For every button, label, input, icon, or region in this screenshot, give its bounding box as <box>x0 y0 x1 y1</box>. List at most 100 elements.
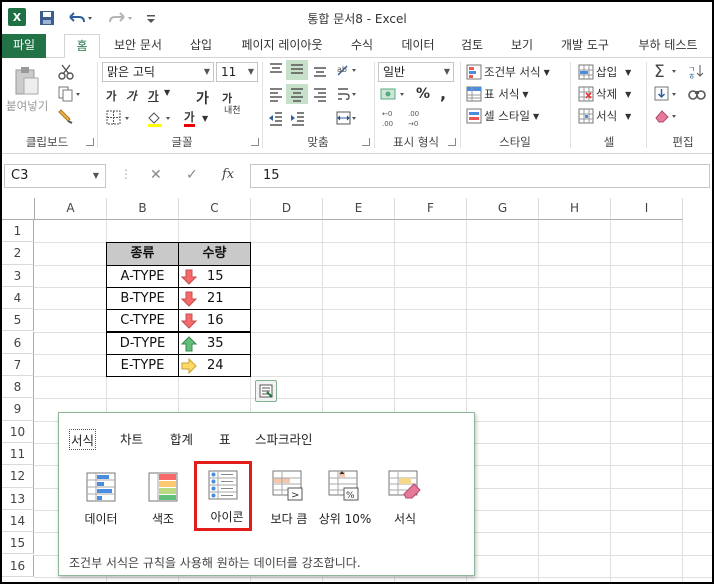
table-cell-type[interactable]: B-TYPE <box>106 286 179 311</box>
row-header-9[interactable]: 9 <box>2 398 34 421</box>
column-header-C[interactable]: C <box>179 198 251 220</box>
chevron-down-icon[interactable]: ▼ <box>164 88 170 97</box>
tab-data[interactable]: 데이터 <box>392 34 444 58</box>
percent-button[interactable]: % <box>416 86 430 102</box>
row-header-5[interactable]: 5 <box>2 309 34 332</box>
accounting-format-icon[interactable] <box>380 86 408 102</box>
clipboard-launcher-icon[interactable] <box>86 138 94 146</box>
increase-decimal-icon[interactable]: ←0.00 <box>380 108 404 128</box>
column-header-G[interactable]: G <box>467 198 539 220</box>
row-header-2[interactable]: 2 <box>2 242 34 265</box>
cut-icon[interactable] <box>58 64 74 80</box>
row-header-15[interactable]: 15 <box>2 532 34 555</box>
table-cell-type[interactable]: C-TYPE <box>106 309 179 333</box>
font-name-select[interactable]: 맑은 고딕 ▼ <box>102 62 214 82</box>
clear-icon[interactable] <box>654 108 680 124</box>
qa-icon-set-option[interactable]: 아이콘 <box>194 461 252 531</box>
align-left-icon[interactable] <box>268 86 284 102</box>
decrease-indent-icon[interactable] <box>268 110 284 126</box>
fill-color-icon[interactable] <box>146 110 174 128</box>
comma-button[interactable]: , <box>440 84 446 103</box>
orientation-icon[interactable]: ab <box>336 62 358 78</box>
tab-home[interactable]: 홈 <box>64 34 100 59</box>
cell-styles-button[interactable]: 셀 스타일 ▼ <box>466 108 539 124</box>
alignment-launcher-icon[interactable] <box>362 138 370 146</box>
column-header-D[interactable]: D <box>251 198 323 220</box>
row-header-14[interactable]: 14 <box>2 509 34 533</box>
column-header-H[interactable]: H <box>539 198 611 220</box>
qa-tab-charts[interactable]: 차트 <box>120 429 143 448</box>
qa-tab-sparklines[interactable]: 스파크라인 <box>255 429 313 448</box>
table-cell-type[interactable]: E-TYPE <box>106 353 179 378</box>
name-box[interactable]: C3 ▼ <box>4 164 106 188</box>
tab-security-doc[interactable]: 보안 문서 <box>106 34 170 58</box>
quick-analysis-button[interactable] <box>255 380 277 402</box>
enter-icon[interactable]: ✓ <box>186 167 198 183</box>
tab-review[interactable]: 검토 <box>452 34 492 58</box>
column-header-I[interactable]: I <box>611 198 683 220</box>
copy-icon[interactable] <box>58 86 82 102</box>
font-launcher-icon[interactable] <box>251 138 259 146</box>
formula-input[interactable]: 15 <box>250 164 710 188</box>
qa-tab-totals[interactable]: 합계 <box>170 429 193 448</box>
decrease-decimal-icon[interactable]: .00 →0 <box>406 108 430 128</box>
chevron-down-icon[interactable]: ▼ <box>202 114 208 123</box>
row-header-7[interactable]: 7 <box>2 353 34 377</box>
table-cell-qty[interactable]: 15 <box>178 264 251 288</box>
table-cell-qty[interactable]: 24 <box>178 353 251 378</box>
font-size-select[interactable]: 11 ▼ <box>216 62 258 82</box>
row-header-12[interactable]: 12 <box>2 465 34 488</box>
format-cells-button[interactable]: 서식 ▼ <box>578 108 631 124</box>
shrink-font-button[interactable]: 가 <box>222 90 232 106</box>
font-color-button[interactable]: 가 <box>184 110 195 127</box>
bold-button[interactable]: 가 <box>106 88 117 104</box>
grow-font-button[interactable]: 가 <box>196 88 209 108</box>
tab-view[interactable]: 보기 <box>502 34 542 58</box>
number-launcher-icon[interactable] <box>448 138 456 146</box>
row-header-10[interactable]: 10 <box>2 420 34 443</box>
insert-function-button[interactable]: fx <box>222 167 234 182</box>
align-middle-icon[interactable] <box>286 60 308 80</box>
select-all-corner[interactable] <box>2 198 35 220</box>
tab-developer[interactable]: 개발 도구 <box>552 34 618 58</box>
underline-button[interactable]: 가 <box>148 88 159 104</box>
align-bottom-icon[interactable] <box>312 62 328 78</box>
table-header-type[interactable]: 종류 <box>106 242 179 266</box>
sort-filter-icon[interactable]: ㄱㅎ <box>688 62 708 80</box>
row-header-8[interactable]: 8 <box>2 376 34 399</box>
format-painter-icon[interactable] <box>58 108 74 124</box>
qa-tab-tables[interactable]: 표 <box>219 429 231 448</box>
tab-page-layout[interactable]: 페이지 레이아웃 <box>230 34 334 58</box>
row-header-4[interactable]: 4 <box>2 286 34 310</box>
merge-center-icon[interactable] <box>336 110 358 126</box>
column-header-A[interactable]: A <box>35 198 107 220</box>
row-header-6[interactable]: 6 <box>2 331 34 354</box>
autosum-icon[interactable]: Σ <box>654 62 680 80</box>
wrap-text-icon[interactable] <box>336 86 358 102</box>
table-header-qty[interactable]: 수량 <box>178 242 251 266</box>
column-header-F[interactable]: F <box>395 198 467 220</box>
qa-color-scale-option[interactable]: 색조 <box>133 467 193 531</box>
table-cell-type[interactable]: D-TYPE <box>106 331 179 355</box>
row-header-16[interactable]: 16 <box>2 554 34 577</box>
table-cell-type[interactable]: A-TYPE <box>106 264 179 288</box>
tab-insert[interactable]: 삽입 <box>180 34 222 58</box>
format-as-table-button[interactable]: 표 서식 ▼ <box>466 86 529 102</box>
paste-icon[interactable] <box>12 64 42 98</box>
row-header-13[interactable]: 13 <box>2 487 34 510</box>
number-format-select[interactable]: 일반 ▼ <box>378 62 454 82</box>
tab-load-test[interactable]: 부하 테스트 <box>628 34 708 58</box>
table-cell-qty[interactable]: 21 <box>178 286 251 311</box>
paste-button[interactable]: 붙여넣기 <box>6 98 48 114</box>
insert-cells-button[interactable]: 삽입 ▼ <box>578 64 631 80</box>
tab-formulas[interactable]: 수식 <box>342 34 382 58</box>
row-header-11[interactable]: 11 <box>2 443 34 466</box>
qa-tab-formatting[interactable]: 서식 <box>69 429 97 450</box>
column-header-B[interactable]: B <box>107 198 179 220</box>
borders-icon[interactable] <box>106 110 132 126</box>
table-cell-qty[interactable]: 35 <box>178 331 251 355</box>
italic-button[interactable]: 가 <box>126 88 137 104</box>
align-top-icon[interactable] <box>268 62 284 78</box>
cancel-icon[interactable]: ✕ <box>150 167 162 183</box>
align-center-icon[interactable] <box>286 84 308 104</box>
